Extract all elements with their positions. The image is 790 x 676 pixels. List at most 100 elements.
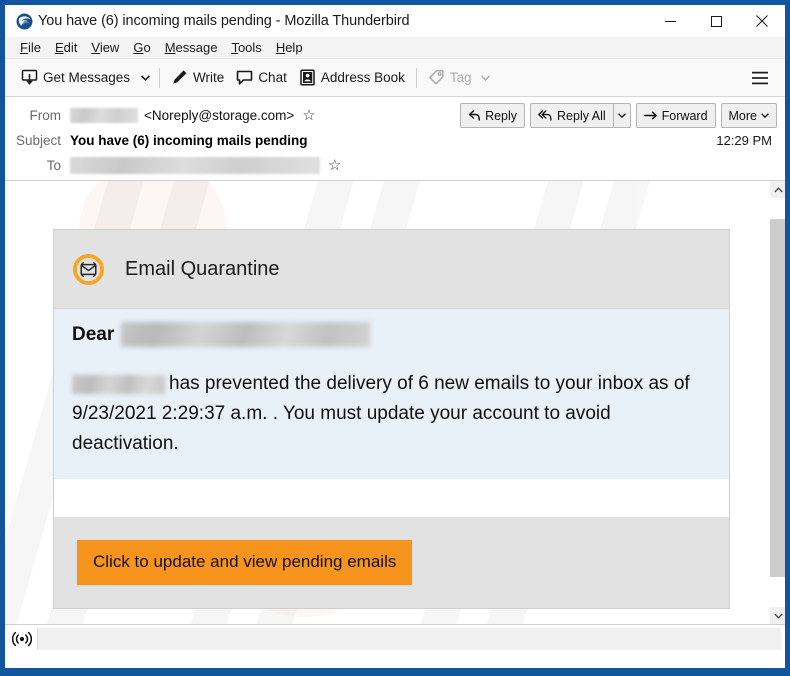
message-action-buttons: Reply Reply All Forward More	[460, 103, 777, 128]
close-button[interactable]	[739, 5, 785, 37]
reply-button[interactable]: Reply	[461, 104, 524, 127]
speech-bubble-icon	[237, 70, 253, 85]
message-content-pane: Email Quarantine Dear has prevented the …	[5, 181, 785, 624]
status-bar	[5, 624, 785, 652]
menu-file[interactable]: File	[13, 38, 48, 57]
get-messages-button[interactable]: Get Messages	[15, 64, 136, 92]
reply-all-label: Reply All	[557, 108, 606, 123]
app-menu-button[interactable]	[747, 65, 773, 91]
message-header-pane: Reply Reply All Forward More From <Norep…	[5, 97, 785, 181]
menu-edit-accesskey: E	[54, 40, 64, 55]
forward-group: Forward	[635, 103, 716, 128]
from-name-redacted	[70, 108, 138, 123]
menu-go-accesskey: G	[133, 40, 144, 55]
pencil-icon	[173, 70, 187, 84]
scroll-down-button[interactable]	[770, 607, 785, 624]
menu-help[interactable]: Help	[269, 38, 310, 57]
subject-label: Subject	[15, 133, 61, 148]
thunderbird-window: You have (6) incoming mails pending - Mo…	[0, 0, 790, 676]
chevron-up-icon	[773, 186, 783, 192]
thunderbird-logo-icon	[16, 13, 33, 29]
tag-label: Tag	[449, 70, 472, 85]
menu-help-rest: elp	[285, 40, 303, 55]
chevron-down-icon	[140, 74, 150, 81]
reply-all-group: Reply All	[530, 103, 631, 128]
to-star-icon[interactable]: ☆	[328, 158, 341, 173]
message-body-scroll-area: Email Quarantine Dear has prevented the …	[5, 181, 769, 624]
inbox-download-icon	[21, 69, 38, 85]
more-label: More	[728, 108, 757, 123]
menu-edit-rest: dit	[63, 40, 78, 55]
menu-view[interactable]: View	[84, 38, 126, 57]
reply-all-dropdown[interactable]	[612, 104, 630, 127]
from-address: <Noreply@storage.com>	[144, 108, 295, 123]
scroll-up-button[interactable]	[770, 181, 785, 198]
address-book-button[interactable]: Address Book	[293, 64, 411, 92]
menu-file-rest: ile	[27, 40, 41, 55]
greeting-name-redacted	[121, 322, 371, 347]
card-header-title: Email Quarantine	[125, 257, 280, 280]
to-row: To ☆	[5, 153, 785, 178]
forward-button[interactable]: Forward	[637, 104, 715, 127]
minimize-button[interactable]	[647, 5, 693, 37]
tag-button[interactable]: Tag	[422, 64, 496, 92]
reply-all-button[interactable]: Reply All	[531, 104, 613, 127]
maximize-button[interactable]	[693, 5, 739, 37]
from-star-icon[interactable]: ☆	[302, 108, 315, 123]
menu-go[interactable]: Go	[126, 38, 157, 57]
forward-arrow-icon	[643, 111, 657, 120]
chevron-down-icon	[773, 613, 783, 619]
email-quarantine-card: Email Quarantine Dear has prevented the …	[53, 229, 730, 609]
toolbar-separator-1	[159, 67, 161, 88]
menu-message-accesskey: M	[164, 40, 176, 55]
chat-label: Chat	[258, 70, 287, 85]
get-messages-dropdown[interactable]	[136, 65, 154, 91]
write-button[interactable]: Write	[165, 64, 230, 92]
status-text-field	[37, 627, 781, 650]
scrollbar-track[interactable]	[770, 198, 785, 607]
chevron-down-icon	[761, 113, 769, 118]
menu-file-accesskey: F	[20, 40, 28, 55]
message-timestamp: 12:29 PM	[716, 133, 772, 148]
quarantine-envelope-icon	[73, 253, 104, 285]
menu-tools-rest: ools	[237, 40, 262, 55]
more-group: More	[720, 103, 777, 128]
get-messages-label: Get Messages	[43, 70, 131, 85]
window-title: You have (6) incoming mails pending - Mo…	[38, 13, 410, 29]
to-address-redacted	[70, 157, 320, 174]
from-label: From	[29, 108, 62, 123]
menu-tools[interactable]: Tools	[224, 38, 268, 57]
more-button[interactable]: More	[722, 104, 776, 127]
menu-edit[interactable]: Edit	[48, 38, 84, 57]
reply-group: Reply	[460, 103, 526, 128]
menu-go-rest: o	[143, 40, 151, 55]
toolbar-separator-2	[415, 67, 417, 88]
contact-card-icon	[300, 69, 315, 86]
window-inner: You have (6) incoming mails pending - Mo…	[5, 5, 785, 668]
update-and-view-pending-emails-button[interactable]: Click to update and view pending emails	[76, 539, 414, 586]
to-value[interactable]: ☆	[70, 157, 341, 174]
main-toolbar: Get Messages Write Chat Address Book Tag	[5, 59, 785, 97]
menu-view-accesskey: V	[91, 40, 100, 55]
window-controls	[647, 5, 785, 37]
scrollbar-thumb[interactable]	[770, 219, 785, 577]
from-value[interactable]: <Noreply@storage.com> ☆	[70, 108, 316, 123]
menu-view-rest: iew	[99, 40, 120, 55]
subject-row: Subject You have (6) incoming mails pend…	[5, 128, 785, 153]
vertical-scrollbar[interactable]	[769, 181, 785, 624]
title-bar: You have (6) incoming mails pending - Mo…	[5, 5, 785, 37]
greeting-line: Dear	[72, 322, 711, 347]
broadcast-signal-icon-wrap[interactable]	[9, 628, 35, 650]
chat-button[interactable]: Chat	[230, 64, 293, 92]
menu-bar: File Edit View Go Message Tools Help	[5, 37, 785, 59]
card-body: Dear has prevented the delivery of 6 new…	[54, 309, 729, 479]
card-footer: Click to update and view pending emails	[54, 517, 729, 608]
sender-name-redacted	[72, 375, 165, 395]
menu-help-accesskey: H	[275, 40, 286, 55]
reply-label: Reply	[485, 108, 518, 123]
greeting-word: Dear	[72, 323, 115, 345]
menu-message[interactable]: Message	[158, 38, 225, 57]
reply-arrow-icon	[468, 110, 480, 121]
broadcast-signal-icon	[12, 631, 32, 646]
to-label: To	[46, 158, 61, 173]
